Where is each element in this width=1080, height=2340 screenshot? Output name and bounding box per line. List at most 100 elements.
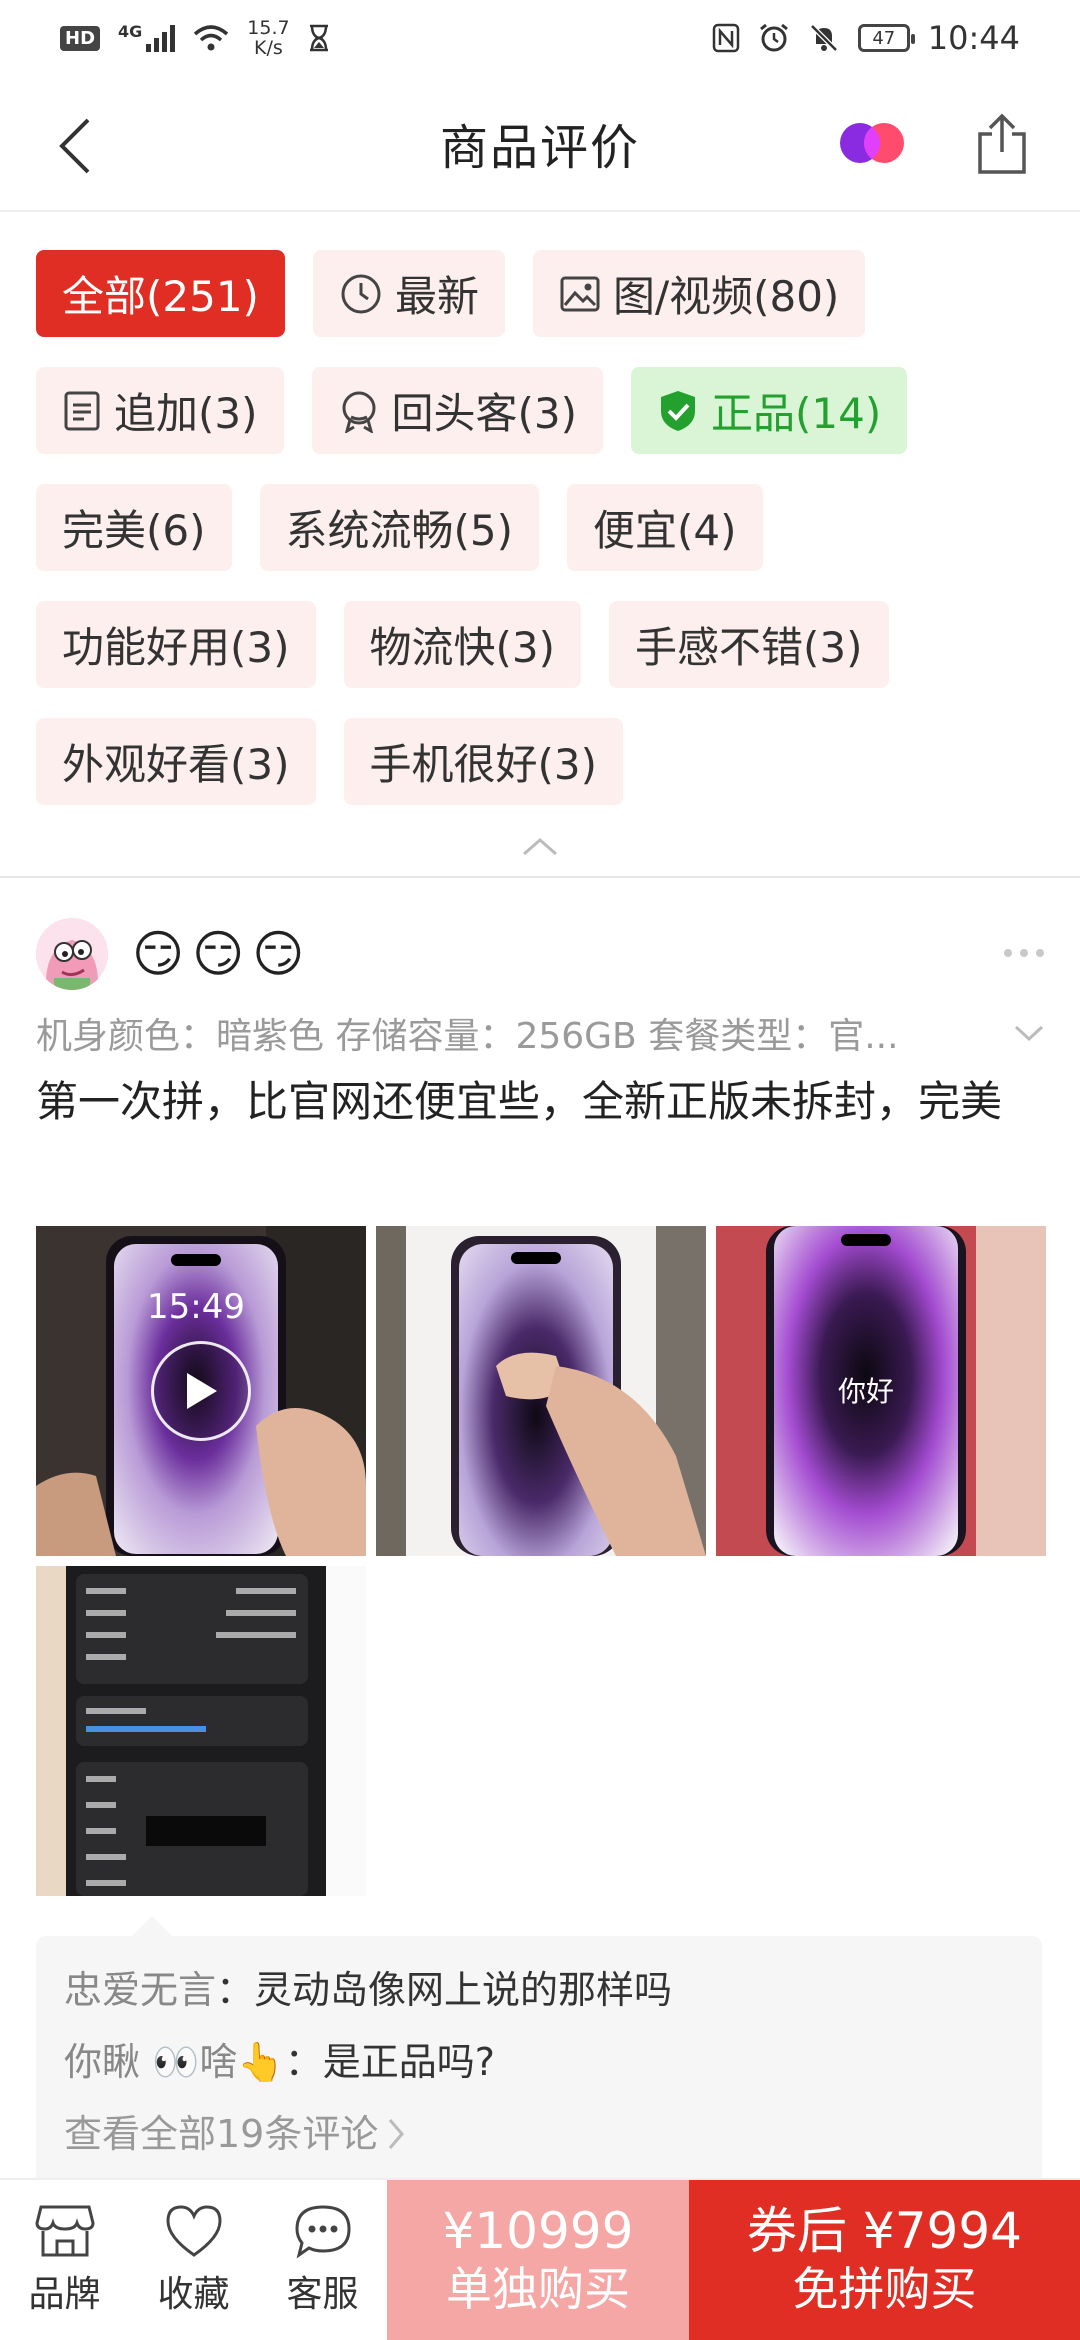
store-icon	[34, 2205, 95, 2257]
comment-item[interactable]: 你瞅 👀啥👆：是正品吗?	[64, 2026, 1014, 2098]
filter-label: 便宜(4)	[593, 506, 737, 555]
filter-label: 完美(6)	[62, 506, 206, 555]
battery-icon: 47	[857, 24, 915, 52]
filter-label: 回头客(3)	[391, 389, 578, 438]
filter-label: 物流快(3)	[369, 623, 556, 672]
photo-phone-box	[376, 1226, 706, 1556]
color-circles-icon[interactable]	[834, 118, 910, 168]
comment-item[interactable]: 忠爱无言：灵动岛像网上说的那样吗	[64, 1954, 1014, 2026]
comments-box: 忠爱无言：灵动岛像网上说的那样吗 你瞅 👀啥👆：是正品吗? 查看全部19条评论	[36, 1916, 1042, 2186]
group-buy-button[interactable]: 券后 ¥7994 免拼购买	[689, 2180, 1080, 2340]
photo-clock: 15:49	[147, 1287, 245, 1327]
hourglass-icon	[309, 24, 328, 52]
clock: 10:44	[927, 19, 1020, 57]
image-icon	[560, 276, 600, 311]
chevron-right-icon	[389, 2119, 405, 2149]
filter-additional[interactable]: 追加(3)	[36, 367, 284, 454]
buy-alone-button[interactable]: ¥10999 单独购买	[387, 2180, 689, 2340]
comment-user: 忠爱无言	[64, 1968, 217, 2012]
specs-text: 机身颜色：暗紫色 存储容量：256GB 套餐类型：官...	[36, 1016, 899, 1057]
product-specs[interactable]: 机身颜色：暗紫色 存储容量：256GB 套餐类型：官...	[36, 1005, 1046, 1061]
shield-check-icon	[661, 390, 695, 431]
nav-label: 品牌	[28, 2274, 101, 2315]
avatar[interactable]	[36, 918, 108, 990]
photo-greeting: 你好	[838, 1375, 894, 1408]
hd-badge: HD	[60, 25, 101, 51]
filter-label: 功能好用(3)	[62, 623, 290, 672]
nav-favorite[interactable]: 收藏	[129, 2180, 258, 2340]
filter-label: 外观好看(3)	[62, 740, 290, 789]
filter-label: 最新	[394, 272, 479, 321]
filter-label: 手感不错(3)	[635, 623, 863, 672]
filter-repeat-customer[interactable]: 回头客(3)	[311, 367, 603, 454]
solo-label: 单独购买	[446, 2262, 630, 2316]
filter-label: 手机很好(3)	[369, 740, 598, 789]
rosette-icon	[342, 391, 375, 433]
comment-user: 你瞅 👀啥👆	[64, 2040, 285, 2084]
avatar-image	[36, 918, 108, 990]
alarm-icon	[759, 23, 788, 52]
nav-label: 收藏	[157, 2274, 230, 2315]
filter-latest[interactable]: 最新	[312, 250, 505, 337]
filter-cheap[interactable]: 便宜(4)	[567, 484, 763, 571]
review-text: 第一次拼，比官网还便宜些，全新正版未拆封，完美	[36, 1077, 1003, 1126]
filter-perfect[interactable]: 完美(6)	[36, 484, 232, 571]
filter-all[interactable]: 全部(251)	[36, 250, 285, 337]
filter-smooth-system[interactable]: 系统流畅(5)	[259, 484, 539, 571]
comment-text: 是正品吗?	[322, 2040, 495, 2084]
filter-fast-shipping[interactable]: 物流快(3)	[343, 601, 581, 688]
chevron-down-icon[interactable]	[1012, 1023, 1046, 1043]
filter-useful-features[interactable]: 功能好用(3)	[36, 601, 316, 688]
speed-unit: K/s	[254, 37, 283, 59]
filter-tags: 全部(251) 最新 图/视频(80) 追加(3) 回头客(3) 正品(14) …	[36, 250, 1046, 805]
nav-customer-service[interactable]: 客服	[258, 2180, 387, 2340]
filter-genuine[interactable]: 正品(14)	[631, 367, 908, 454]
bottom-action-bar: 品牌 收藏 客服 ¥10999 单独购买 券后 ¥7994 免拼购买	[0, 2178, 1080, 2340]
review-header: 😏😏😏	[36, 916, 1046, 992]
heart-icon	[165, 2205, 222, 2257]
speed-value: 15.7	[247, 17, 290, 39]
back-icon[interactable]	[52, 116, 102, 176]
status-bar: HD 4G 15.7 K/s 47 10:44	[0, 0, 1080, 76]
clock-icon	[341, 274, 381, 313]
filter-label: 追加(3)	[114, 389, 258, 438]
share-icon[interactable]	[972, 112, 1032, 176]
filter-great-phone[interactable]: 手机很好(3)	[343, 718, 623, 805]
divider	[0, 876, 1080, 878]
wifi-icon	[194, 25, 229, 51]
filter-image-video[interactable]: 图/视频(80)	[532, 250, 866, 337]
view-all-comments-link[interactable]: 查看全部19条评论	[64, 2098, 1014, 2170]
header: 商品评价	[0, 76, 1080, 212]
review-photo[interactable]: 你好	[716, 1226, 1046, 1556]
group-label: 免拼购买	[792, 2262, 977, 2316]
filter-good-looks[interactable]: 外观好看(3)	[36, 718, 316, 805]
network-type: 4G	[118, 21, 143, 41]
filter-label: 正品(14)	[711, 389, 882, 438]
play-icon[interactable]	[151, 1341, 251, 1441]
review-photo[interactable]	[36, 1566, 366, 1896]
comment-separator: ：	[284, 2040, 323, 2084]
reviewer-name: 😏😏😏	[132, 925, 313, 983]
filter-label: 图/视频(80)	[612, 272, 840, 321]
page-title: 商品评价	[439, 120, 640, 176]
battery-level: 47	[872, 27, 896, 49]
collapse-chevron-icon[interactable]	[520, 834, 560, 858]
network-speed: 15.7 K/s	[247, 18, 289, 58]
comment-separator: ：	[216, 1968, 255, 2012]
photo-settings-screen	[36, 1566, 366, 1896]
solo-price: ¥10999	[442, 2202, 634, 2260]
review-photo[interactable]	[376, 1226, 706, 1556]
filter-label: 全部(251)	[62, 272, 259, 321]
view-all-label: 查看全部19条评论	[64, 2112, 379, 2156]
comment-text: 灵动岛像网上说的那样吗	[254, 1968, 673, 2012]
mute-bell-icon	[810, 24, 838, 52]
signal-icon	[146, 24, 176, 52]
nav-brand[interactable]: 品牌	[0, 2180, 129, 2340]
filter-good-feel[interactable]: 手感不错(3)	[609, 601, 889, 688]
group-price: 券后 ¥7994	[747, 2202, 1022, 2260]
photo-phone-hello: 你好	[716, 1226, 1046, 1556]
review-video-thumb[interactable]: 15:49	[36, 1226, 366, 1556]
nav-label: 客服	[286, 2274, 359, 2315]
nfc-icon	[712, 23, 740, 53]
more-options-icon[interactable]	[1002, 946, 1046, 960]
